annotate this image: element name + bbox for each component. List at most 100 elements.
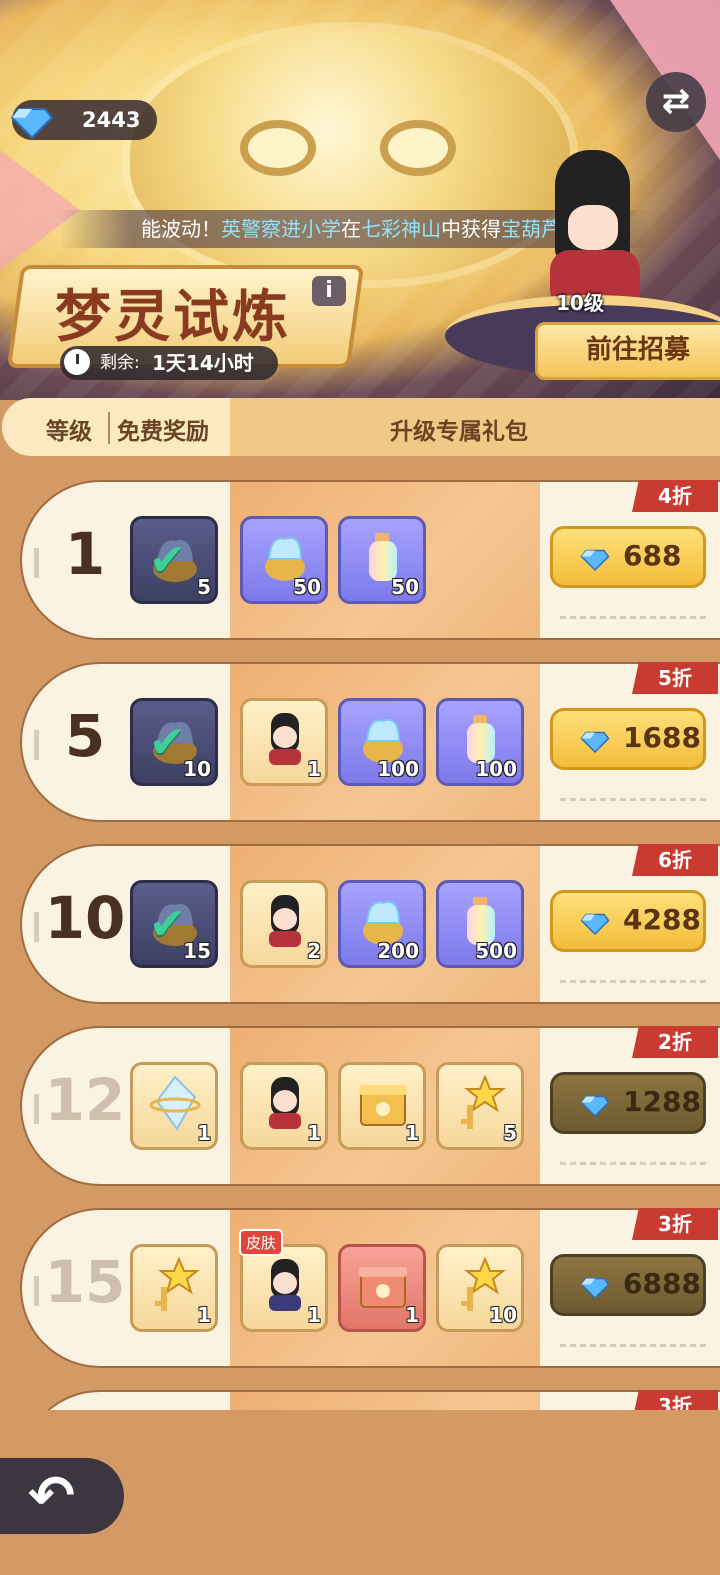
row-dots (560, 980, 710, 983)
item-quantity: 1 (307, 1121, 321, 1145)
header-exclusive-pack: 升级专属礼包 (390, 419, 528, 445)
marquee-location: 七彩神山 (360, 217, 441, 241)
reward-item[interactable]: 1 (338, 1244, 426, 1332)
back-arrow-icon: ↶ (28, 1464, 75, 1529)
reward-item[interactable]: 10 (436, 1244, 524, 1332)
reward-item[interactable]: 50 (338, 516, 426, 604)
diamond-icon (580, 549, 610, 572)
red-box-icon-graphic (359, 1267, 407, 1308)
event-title: 梦灵试炼 (55, 284, 291, 350)
item-quantity: 1 (197, 1303, 211, 1327)
reward-item[interactable]: 1 (130, 1062, 218, 1150)
boss-eye (380, 120, 456, 176)
reward-item[interactable]: 200 (338, 880, 426, 968)
swap-icon[interactable]: ⇄ (646, 72, 706, 132)
reward-item[interactable]: 500 (436, 880, 524, 968)
row-level: 5 (64, 702, 106, 770)
header-divider (108, 412, 110, 444)
marquee-text: 能波动！ (140, 217, 221, 241)
diamond-icon (580, 1095, 610, 1118)
item-quantity: 500 (475, 939, 517, 963)
reward-item[interactable]: 100 (436, 698, 524, 786)
crystal-shard-icon-graphic (149, 1075, 201, 1131)
diamond-icon (580, 731, 610, 754)
golden-box-icon-graphic (359, 1085, 407, 1126)
reward-item[interactable]: 5 (436, 1062, 524, 1150)
row-dots (560, 1344, 710, 1347)
back-button[interactable]: ↶ (0, 1458, 124, 1534)
recruit-button[interactable]: 前往招募 (535, 322, 720, 380)
reward-item[interactable]: 2 (240, 880, 328, 968)
reward-item[interactable]: ✔ 5 (130, 516, 218, 604)
remaining-timer: 剩余: 1天14小时 (60, 346, 278, 380)
price-value: 6888 (623, 1267, 701, 1300)
item-quantity: 1 (405, 1303, 419, 1327)
buy-price-button[interactable]: 688 (550, 526, 706, 588)
row-level: 1 (64, 520, 106, 588)
hero-portrait-icon-graphic (269, 895, 301, 947)
reward-list[interactable]: 1 ✔ 5 50 50 4折 688 5 ✔ 10 1 100 100 5折 1688 10 ✔ 15 2 200 50… (0, 470, 720, 1410)
price-value: 688 (623, 539, 682, 572)
item-quantity: 100 (377, 757, 419, 781)
reward-item[interactable]: ✔ 10 (130, 698, 218, 786)
reward-item[interactable]: 1 (240, 698, 328, 786)
clock-icon (64, 349, 90, 375)
reward-item[interactable]: 100 (338, 698, 426, 786)
star-key-icon-graphic (461, 1075, 506, 1129)
reward-item[interactable]: 1 (130, 1244, 218, 1332)
reward-row: 5 ✔ 10 1 100 100 5折 1688 (20, 662, 720, 822)
price-value: 4288 (623, 903, 701, 936)
diamond-icon (580, 1277, 610, 1300)
chest-checked-icon: ✔ (149, 717, 186, 768)
item-quantity: 1 (197, 1121, 211, 1145)
header-level: 等级 (46, 419, 92, 445)
reward-item[interactable]: 1 (338, 1062, 426, 1150)
discount-badge: 3折 (632, 1208, 718, 1240)
item-quantity: 10 (489, 1303, 517, 1327)
reward-row: 1 ✔ 5 50 50 4折 688 (20, 480, 720, 640)
reward-item[interactable]: 1 (240, 1062, 328, 1150)
reward-item[interactable]: ✔ 15 (130, 880, 218, 968)
row-dots (560, 616, 710, 619)
info-icon[interactable]: i (312, 276, 346, 306)
reward-row: 10 ✔ 15 2 200 500 6折 4288 (20, 844, 720, 1004)
buy-price-button[interactable]: 1288 (550, 1072, 706, 1134)
diamond-count: 2443 (82, 108, 141, 132)
reward-row: 3折 (20, 1390, 720, 1410)
item-quantity: 5 (197, 575, 211, 599)
marquee-text: 中获得 (440, 217, 501, 241)
hero-face (568, 205, 618, 250)
buy-price-button[interactable]: 4288 (550, 890, 706, 952)
row-level: 12 (44, 1066, 126, 1134)
price-value: 1288 (623, 1085, 701, 1118)
row-level: 15 (44, 1248, 126, 1316)
item-quantity: 15 (183, 939, 211, 963)
item-quantity: 1 (405, 1121, 419, 1145)
chest-checked-icon: ✔ (149, 899, 186, 950)
item-quantity: 200 (377, 939, 419, 963)
discount-badge: 5折 (632, 662, 718, 694)
buy-price-button[interactable]: 1688 (550, 708, 706, 770)
reward-item[interactable]: 1 皮肤 (239, 1229, 328, 1332)
reward-row: 12 1 1 1 5 2折 1288 (20, 1026, 720, 1186)
row-level: 10 (44, 884, 126, 952)
reward-item[interactable]: 50 (240, 516, 328, 604)
discount-badge: 6折 (632, 844, 718, 876)
item-quantity: 5 (503, 1121, 517, 1145)
remaining-value: 1天14小时 (152, 351, 254, 375)
item-quantity: 100 (475, 757, 517, 781)
item-quantity: 10 (183, 757, 211, 781)
reward-row: 15 1 1 皮肤 1 10 3折 6888 (20, 1208, 720, 1368)
marquee-text: 在 (340, 217, 361, 241)
header-free-reward: 免费奖励 (117, 419, 209, 445)
skin-portrait-icon-graphic (269, 1259, 301, 1311)
item-quantity: 50 (293, 575, 321, 599)
discount-badge: 3折 (632, 1390, 718, 1410)
item-quantity: 1 (307, 1303, 321, 1327)
item-quantity: 2 (307, 939, 321, 963)
marquee-player: 英警察进小学 (220, 217, 341, 241)
row-pack-background (230, 1392, 540, 1410)
buy-price-button[interactable]: 6888 (550, 1254, 706, 1316)
table-header: 等级 免费奖励 升级专属礼包 (0, 398, 720, 456)
diamond-icon (580, 913, 610, 936)
